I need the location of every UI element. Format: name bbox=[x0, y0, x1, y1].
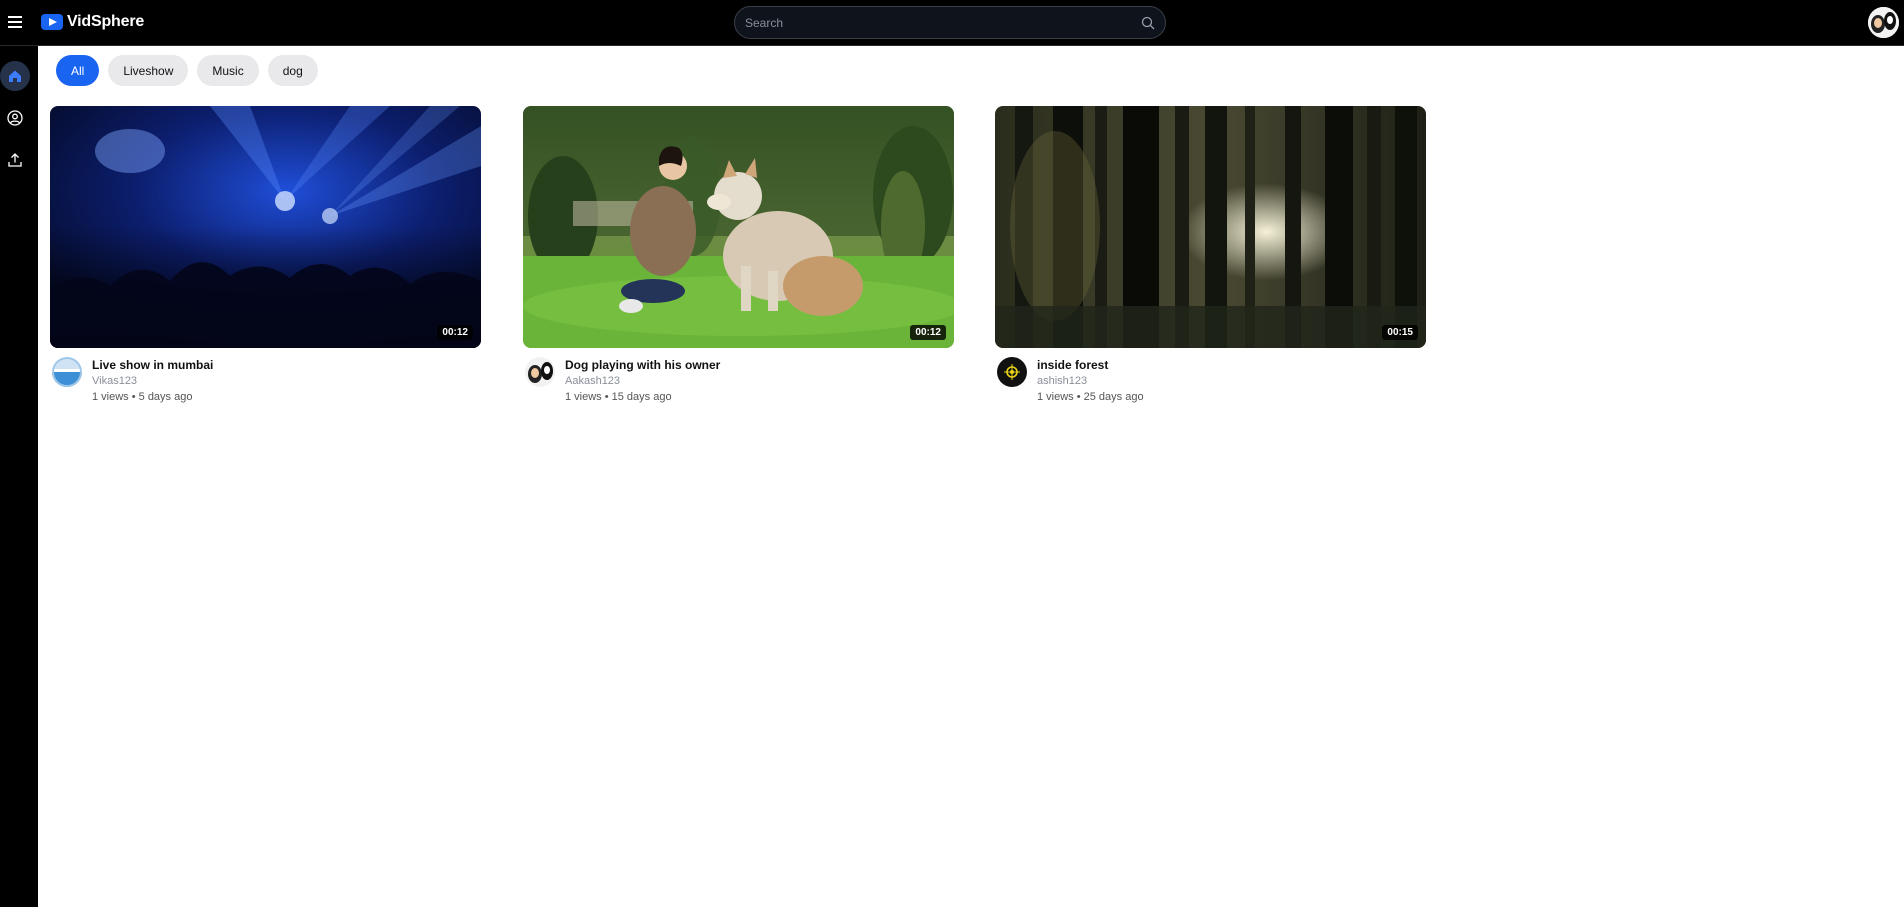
video-title[interactable]: Live show in mumbai bbox=[92, 358, 213, 372]
sidebar-item-upload[interactable] bbox=[0, 145, 30, 175]
app-title: VidSphere bbox=[67, 13, 145, 30]
channel-avatar-image bbox=[525, 357, 555, 387]
duration-badge: 00:15 bbox=[1382, 325, 1418, 340]
category-chips: All Liveshow Music dog bbox=[56, 55, 318, 86]
play-logo-icon bbox=[41, 14, 63, 30]
menu-button[interactable] bbox=[6, 11, 24, 33]
channel-avatar[interactable] bbox=[52, 357, 82, 387]
video-stats: 1 views • 25 days ago bbox=[1037, 391, 1144, 403]
upload-icon bbox=[8, 153, 22, 167]
video-card[interactable]: 00:15 inside forest ashish123 1 views • … bbox=[995, 106, 1426, 408]
sidebar bbox=[0, 46, 38, 907]
top-bar: VidSphere bbox=[0, 0, 1904, 46]
video-stats: 1 views • 15 days ago bbox=[565, 391, 672, 403]
avatar-image bbox=[1868, 7, 1899, 38]
main-content: All Liveshow Music dog 00:12 Live show i… bbox=[38, 46, 1904, 907]
channel-avatar-image bbox=[997, 357, 1027, 387]
channel-name[interactable]: Vikas123 bbox=[92, 375, 137, 387]
chip-dog[interactable]: dog bbox=[267, 55, 318, 86]
video-thumbnail[interactable]: 00:15 bbox=[995, 106, 1426, 348]
user-circle-icon bbox=[7, 110, 23, 126]
video-stats: 1 views • 5 days ago bbox=[92, 391, 193, 403]
chip-music[interactable]: Music bbox=[197, 55, 259, 86]
channel-name[interactable]: Aakash123 bbox=[565, 375, 620, 387]
duration-badge: 00:12 bbox=[437, 325, 473, 340]
brand-logo[interactable]: VidSphere bbox=[41, 12, 144, 32]
home-icon bbox=[9, 70, 21, 82]
video-title[interactable]: inside forest bbox=[1037, 358, 1108, 372]
sidebar-item-profile[interactable] bbox=[0, 103, 30, 133]
search-bar bbox=[734, 6, 1166, 39]
duration-badge: 00:12 bbox=[910, 325, 946, 340]
sidebar-item-home[interactable] bbox=[0, 61, 30, 91]
video-card[interactable]: 00:12 Live show in mumbai Vikas123 1 vie… bbox=[50, 106, 481, 408]
chip-liveshow[interactable]: Liveshow bbox=[108, 55, 189, 86]
hamburger-icon bbox=[8, 16, 22, 28]
forest-thumbnail-image bbox=[995, 106, 1426, 348]
channel-avatar-image bbox=[52, 357, 82, 387]
chip-all[interactable]: All bbox=[56, 55, 100, 86]
search-input[interactable] bbox=[745, 7, 1125, 38]
concert-thumbnail-image bbox=[50, 106, 481, 348]
video-thumbnail[interactable]: 00:12 bbox=[523, 106, 954, 348]
video-thumbnail[interactable]: 00:12 bbox=[50, 106, 481, 348]
channel-avatar[interactable] bbox=[997, 357, 1027, 387]
channel-avatar[interactable] bbox=[525, 357, 555, 387]
dog-thumbnail-image bbox=[523, 106, 954, 348]
search-icon[interactable] bbox=[1141, 16, 1155, 30]
video-title[interactable]: Dog playing with his owner bbox=[565, 358, 720, 372]
channel-name[interactable]: ashish123 bbox=[1037, 375, 1087, 387]
video-card[interactable]: 00:12 Dog playing with his owner Aakash1… bbox=[523, 106, 954, 408]
user-avatar[interactable] bbox=[1868, 7, 1899, 38]
